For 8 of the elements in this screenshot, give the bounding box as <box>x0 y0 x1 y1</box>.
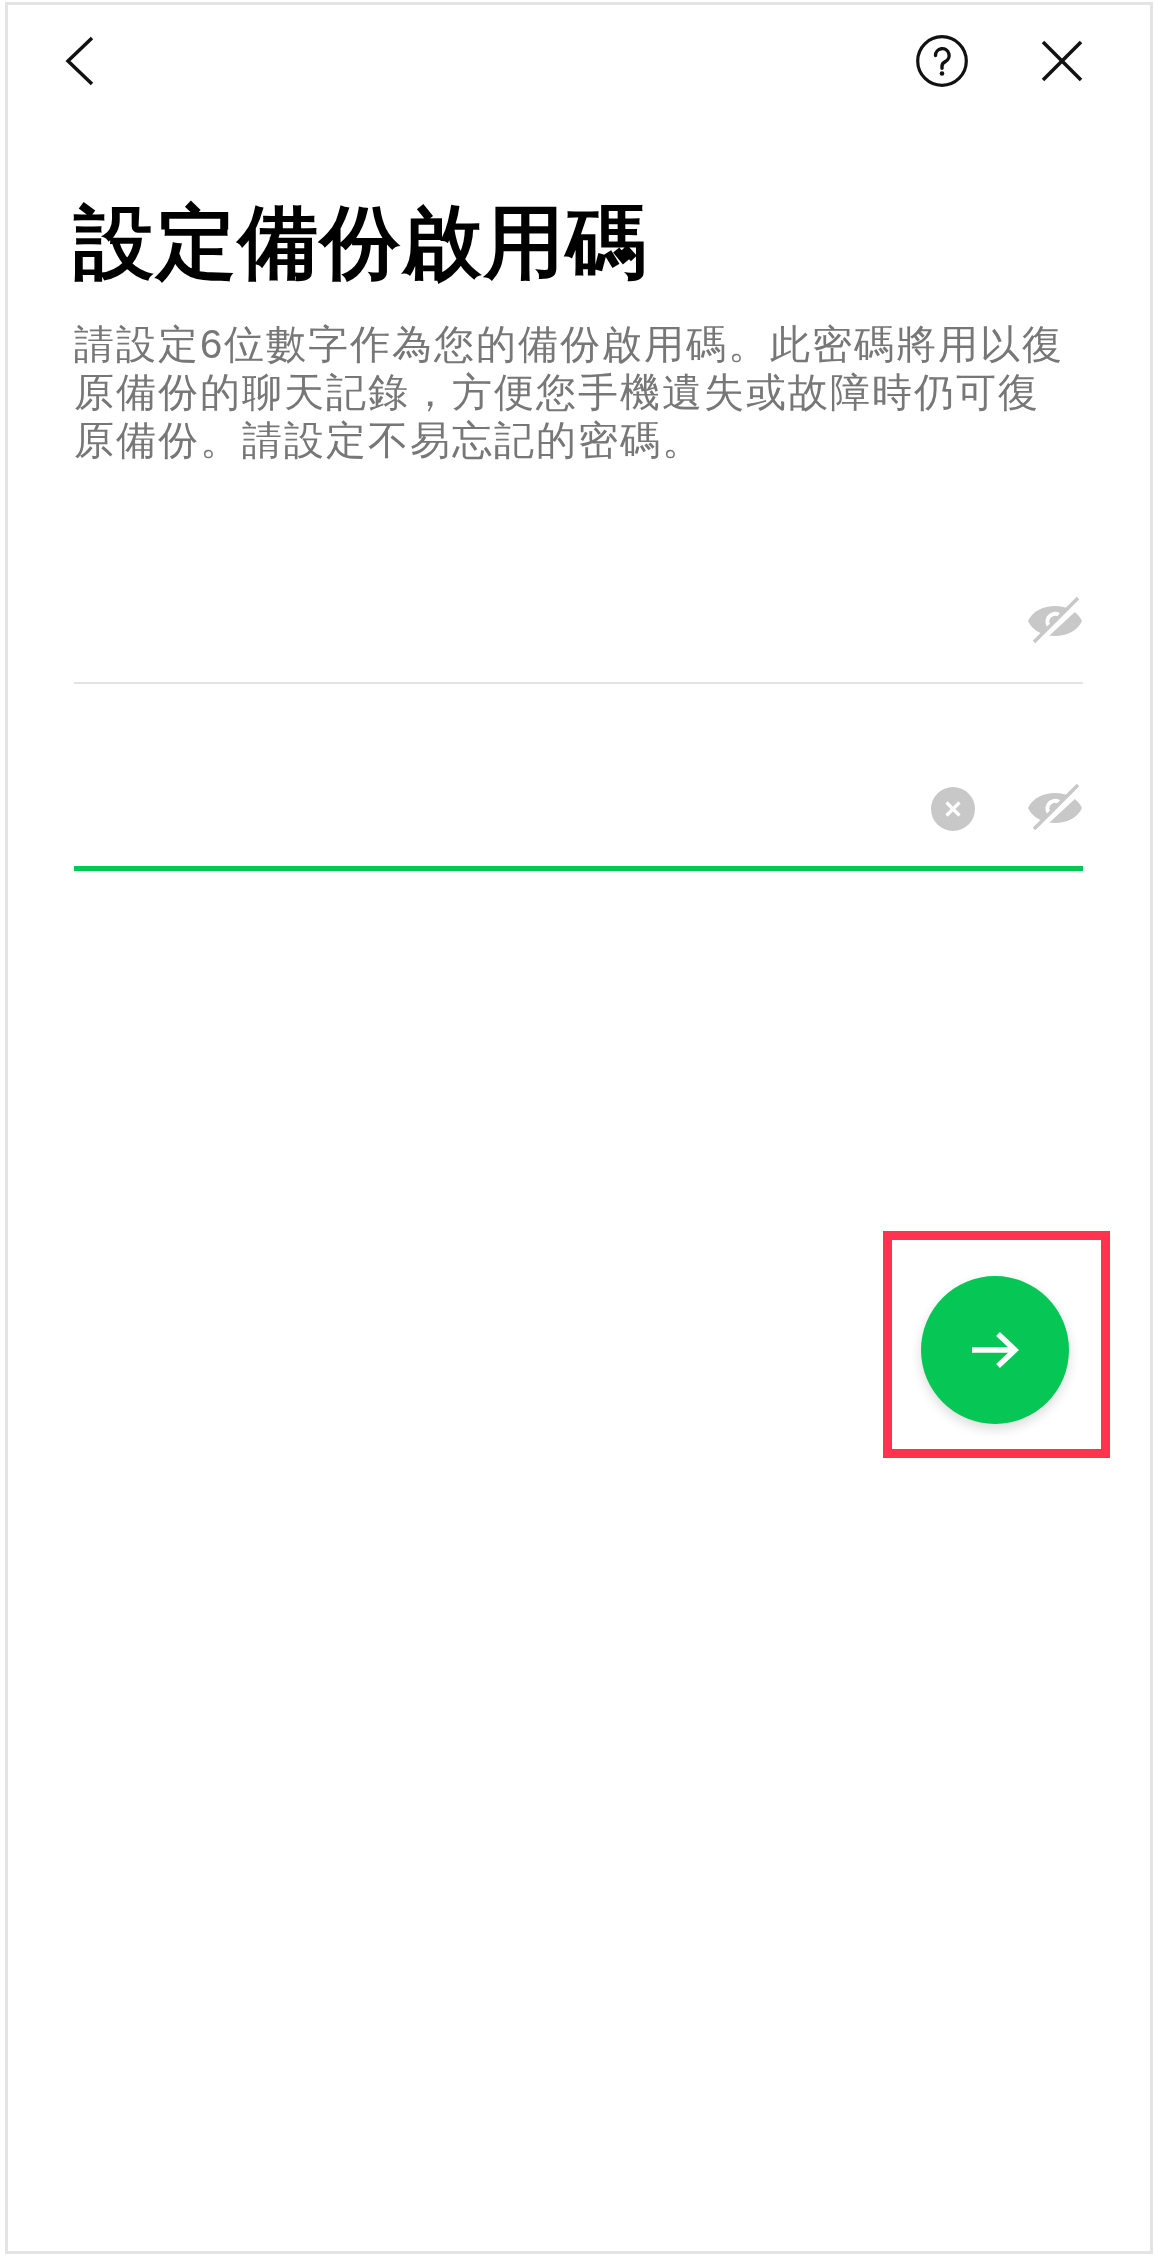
eye-slash-icon[interactable] <box>1027 596 1083 644</box>
eye-slash-icon[interactable] <box>1027 783 1083 831</box>
description-text: 請設定6位數字作為您的備份啟用碼。此密碼將用以復原備份的聊天記錄，方便您手機遺失或故障時仍可復原備份。請設定不易忘記的密碼。 <box>74 321 1066 464</box>
clear-icon[interactable] <box>931 787 975 831</box>
back-icon[interactable] <box>65 36 95 86</box>
close-icon[interactable] <box>1041 40 1083 82</box>
help-icon[interactable] <box>916 35 968 87</box>
page-title: 設定備份啟用碼 <box>74 197 649 289</box>
